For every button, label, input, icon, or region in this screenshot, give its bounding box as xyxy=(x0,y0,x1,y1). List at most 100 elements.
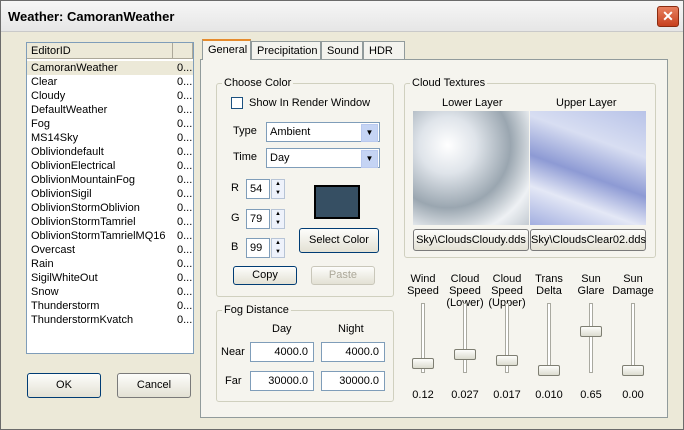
select-color-button[interactable]: Select Color xyxy=(299,228,379,253)
list-item-value: 0... xyxy=(177,314,193,326)
show-in-render-checkbox[interactable] xyxy=(231,97,243,109)
show-in-render-label: Show In Render Window xyxy=(249,97,371,109)
r-spinner[interactable]: ▲ ▼ xyxy=(271,179,285,199)
list-item-editorid: OblivionMountainFog xyxy=(31,174,135,186)
close-icon[interactable]: ✕ xyxy=(657,6,679,27)
list-item[interactable]: OblivionSigil 0... xyxy=(27,187,193,201)
slider-label-line: Damage xyxy=(612,285,654,297)
time-select[interactable]: Day ▼ xyxy=(266,148,380,168)
slider-label-line: Trans xyxy=(535,273,563,285)
list-item-value: 0... xyxy=(177,118,193,130)
slider-value: 0.027 xyxy=(451,389,479,401)
list-item-editorid: OblivionElectrical xyxy=(31,160,116,172)
time-label: Time xyxy=(233,151,258,163)
fog-far-day-input[interactable]: 30000.0 xyxy=(250,371,314,391)
weather-list[interactable]: EditorID CamoranWeather 0... Clear 0... Clou… xyxy=(26,42,194,354)
fog-far-label: Far xyxy=(225,375,242,387)
column-header-editorid[interactable]: EditorID xyxy=(27,43,173,59)
list-item[interactable]: Snow 0... xyxy=(27,285,193,299)
column-header-second[interactable] xyxy=(173,43,193,59)
slider-track[interactable] xyxy=(547,303,551,373)
ok-button[interactable]: OK xyxy=(27,373,101,398)
list-item[interactable]: OblivionStormTamriel 0... xyxy=(27,215,193,229)
copy-button[interactable]: Copy xyxy=(233,266,297,285)
slider-thumb[interactable] xyxy=(580,326,602,337)
list-item-editorid: DefaultWeather xyxy=(31,104,108,116)
list-item[interactable]: Overcast 0... xyxy=(27,243,193,257)
g-spinner[interactable]: ▲ ▼ xyxy=(271,209,285,229)
list-item-editorid: Clear xyxy=(31,76,58,88)
tab-precipitation[interactable]: Precipitation xyxy=(251,41,321,59)
cloud-textures-label: Cloud Textures xyxy=(410,77,488,89)
list-item-editorid: CamoranWeather xyxy=(31,62,118,74)
list-item[interactable]: OblivionStormTamrielMQ16 0... xyxy=(27,229,193,243)
fog-distance-label: Fog Distance xyxy=(222,304,291,316)
list-item[interactable]: SigilWhiteOut 0... xyxy=(27,271,193,285)
list-item-value: 0... xyxy=(177,202,193,214)
tab-sound[interactable]: Sound xyxy=(321,41,363,59)
g-input[interactable]: 79 xyxy=(246,209,270,229)
slider-value: 0.017 xyxy=(493,389,521,401)
list-item[interactable]: Thunderstorm 0... xyxy=(27,299,193,313)
choose-color-label: Choose Color xyxy=(222,77,294,89)
cancel-button[interactable]: Cancel xyxy=(117,373,191,398)
list-item[interactable]: Fog 0... xyxy=(27,117,193,131)
time-value: Day xyxy=(270,152,290,164)
list-item[interactable]: CamoranWeather 0... xyxy=(27,61,193,75)
slider-label-line: Delta xyxy=(536,285,562,297)
lower-cloud-texture-image[interactable] xyxy=(413,111,529,225)
list-item-value: 0... xyxy=(177,90,193,102)
upper-layer-file-button[interactable]: Sky\CloudsClear02.dds xyxy=(530,229,646,251)
slider-thumb[interactable] xyxy=(538,365,560,376)
list-item-value: 0... xyxy=(177,132,193,144)
r-input[interactable]: 54 xyxy=(246,179,270,199)
list-item-editorid: Fog xyxy=(31,118,50,130)
fog-far-night-input[interactable]: 30000.0 xyxy=(321,371,385,391)
b-input[interactable]: 99 xyxy=(246,238,270,258)
slider-label-line: Cloud xyxy=(450,273,480,285)
list-item[interactable]: Rain 0... xyxy=(27,257,193,271)
lower-layer-file-button[interactable]: Sky\CloudsCloudy.dds xyxy=(413,229,529,251)
tab-hdr[interactable]: HDR xyxy=(363,41,405,59)
type-select[interactable]: Ambient ▼ xyxy=(266,122,380,142)
g-label: G xyxy=(231,212,240,224)
list-item-editorid: Obliviondefault xyxy=(31,146,104,158)
list-item-value: 0... xyxy=(177,244,193,256)
slider-thumb[interactable] xyxy=(622,365,644,376)
list-item-editorid: Overcast xyxy=(31,244,76,256)
list-item[interactable]: MS14Sky 0... xyxy=(27,131,193,145)
list-item[interactable]: OblivionElectrical 0... xyxy=(27,159,193,173)
list-item[interactable]: Clear 0... xyxy=(27,75,193,89)
fog-near-label: Near xyxy=(221,346,245,358)
fog-near-night-input[interactable]: 4000.0 xyxy=(321,342,385,362)
fog-near-day-input[interactable]: 4000.0 xyxy=(250,342,314,362)
list-item-value: 0... xyxy=(177,272,193,284)
b-spinner[interactable]: ▲ ▼ xyxy=(271,238,285,258)
upper-cloud-texture-image[interactable] xyxy=(530,111,646,225)
slider-thumb[interactable] xyxy=(412,357,434,369)
list-item[interactable]: Obliviondefault 0... xyxy=(27,145,193,159)
list-item[interactable]: OblivionMountainFog 0... xyxy=(27,173,193,187)
type-value: Ambient xyxy=(270,126,311,138)
fog-day-header: Day xyxy=(272,323,292,335)
upper-layer-label: Upper Layer xyxy=(556,97,617,109)
list-item-editorid: Cloudy xyxy=(31,90,66,102)
slider-label-line: Speed xyxy=(449,285,481,297)
fog-night-header: Night xyxy=(338,323,364,335)
slider-label: Wind Speed xyxy=(400,273,446,297)
list-item-value: 0... xyxy=(177,216,193,228)
slider-thumb[interactable] xyxy=(454,348,476,360)
list-item[interactable]: Cloudy 0... xyxy=(27,89,193,103)
chevron-down-icon: ▼ xyxy=(361,150,378,168)
slider-value: 0.010 xyxy=(535,389,563,401)
list-item[interactable]: DefaultWeather 0... xyxy=(27,103,193,117)
list-item[interactable]: ThunderstormKvatch 0... xyxy=(27,313,193,327)
list-item[interactable]: OblivionStormOblivion 0... xyxy=(27,201,193,215)
slider-track[interactable] xyxy=(589,303,593,373)
tab-general[interactable]: General xyxy=(202,39,251,60)
list-item-value: 0... xyxy=(177,286,193,298)
slider-thumb[interactable] xyxy=(496,354,518,366)
slider-track[interactable] xyxy=(463,303,467,373)
slider-track[interactable] xyxy=(631,303,635,373)
paste-button[interactable]: Paste xyxy=(311,266,375,285)
